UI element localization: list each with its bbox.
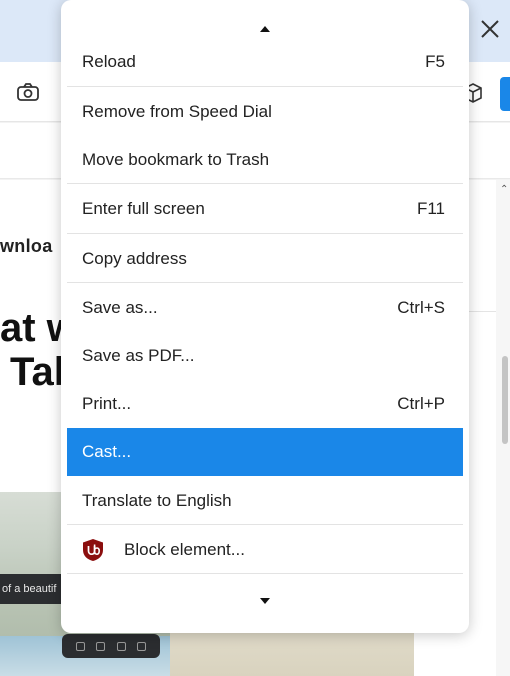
menu-item-print[interactable]: Print... Ctrl+P bbox=[67, 380, 463, 428]
camera-icon[interactable] bbox=[16, 82, 40, 102]
menu-item-shortcut: Ctrl+P bbox=[397, 394, 445, 413]
menu-item-shortcut: F11 bbox=[416, 199, 445, 218]
triangle-down-icon bbox=[260, 598, 270, 604]
menu-divider bbox=[67, 282, 463, 283]
menu-item-label: Copy address bbox=[82, 249, 187, 268]
menu-item-label: Save as... bbox=[82, 298, 158, 317]
loop-icon[interactable] bbox=[116, 641, 126, 651]
menu-item-copy-address[interactable]: Copy address bbox=[67, 235, 463, 283]
menu-item-save-as-pdf[interactable]: Save as PDF... bbox=[67, 332, 463, 380]
popout-icon[interactable] bbox=[137, 641, 147, 651]
menu-item-move-bookmark-to-trash[interactable]: Move bookmark to Trash bbox=[67, 136, 463, 184]
scrollbar-thumb[interactable] bbox=[502, 356, 508, 444]
menu-item-shortcut: Ctrl+S bbox=[397, 298, 445, 317]
close-window-icon[interactable] bbox=[478, 14, 502, 44]
menu-item-shortcut: F5 bbox=[425, 52, 445, 71]
scroll-up-icon[interactable]: ⌃ bbox=[500, 184, 508, 195]
menu-scroll-down-arrow[interactable] bbox=[61, 594, 469, 608]
snapshot-icon[interactable] bbox=[96, 641, 106, 651]
menu-item-label: Reload bbox=[82, 52, 136, 71]
menu-divider bbox=[67, 86, 463, 87]
page-download-text: wnloa bbox=[0, 236, 53, 256]
menu-divider bbox=[67, 573, 463, 574]
menu-item-label: Move bookmark to Trash bbox=[82, 150, 270, 169]
triangle-up-icon bbox=[260, 26, 270, 32]
menu-item-enter-full-screen[interactable]: Enter full screen F11 bbox=[67, 185, 463, 233]
menu-item-label: Enter full screen bbox=[82, 199, 205, 218]
video-controls[interactable] bbox=[62, 634, 160, 658]
menu-item-block-element[interactable]: Block element... bbox=[67, 526, 463, 574]
menu-divider bbox=[67, 524, 463, 525]
menu-divider bbox=[67, 233, 463, 234]
menu-item-label: Cast... bbox=[82, 442, 132, 461]
menu-scroll-up-arrow[interactable] bbox=[61, 22, 469, 36]
menu-item-remove-from-speed-dial[interactable]: Remove from Speed Dial bbox=[67, 88, 463, 136]
ublock-origin-icon bbox=[82, 538, 104, 562]
menu-item-label: Block element... bbox=[124, 540, 245, 559]
volume-icon[interactable] bbox=[75, 641, 85, 651]
sidebar-toggle-button[interactable] bbox=[500, 77, 510, 111]
page-headline-line2: Tal bbox=[10, 350, 65, 394]
menu-item-translate[interactable]: Translate to English bbox=[67, 477, 463, 525]
menu-divider bbox=[67, 183, 463, 184]
image-caption: of a beautif bbox=[0, 574, 66, 604]
menu-item-label: Save as PDF... bbox=[82, 346, 195, 365]
menu-item-label: Translate to English bbox=[82, 491, 232, 510]
menu-item-reload[interactable]: Reload F5 bbox=[67, 38, 463, 86]
menu-item-label: Print... bbox=[82, 394, 132, 413]
menu-item-cast[interactable]: Cast... bbox=[67, 428, 463, 476]
context-menu: Reload F5 Remove from Speed Dial Move bo… bbox=[61, 0, 469, 633]
menu-item-label: Remove from Speed Dial bbox=[82, 102, 272, 121]
menu-item-save-as[interactable]: Save as... Ctrl+S bbox=[67, 284, 463, 332]
